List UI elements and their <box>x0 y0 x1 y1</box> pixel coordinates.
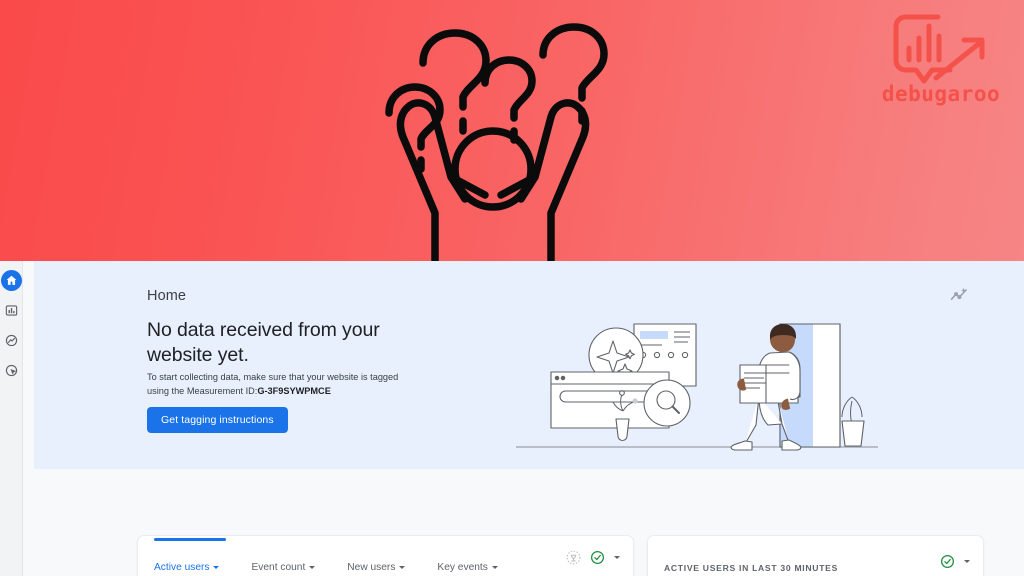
hero-subtext: To start collecting data, make sure that… <box>147 371 417 398</box>
sparkline-insights-icon[interactable] <box>949 285 969 305</box>
chevron-down-icon <box>491 566 498 569</box>
brand-wordmark: debugaroo <box>882 82 1000 106</box>
bar-chart-icon <box>5 305 17 316</box>
main-content: Home No data received from your website … <box>24 261 1024 576</box>
home-icon <box>6 275 16 285</box>
sidebar-item-explore[interactable] <box>1 330 22 351</box>
check-circle-icon[interactable] <box>590 550 605 565</box>
chevron-down-icon <box>309 566 316 569</box>
tab-active-users[interactable]: Active users <box>154 562 220 576</box>
tab-key-events[interactable]: Key events <box>437 562 498 576</box>
realtime-users-card: ACTIVE USERS IN LAST 30 MINUTES 0 <box>647 535 984 576</box>
metrics-card-actions <box>566 550 620 565</box>
sidebar-item-home[interactable] <box>0 270 22 291</box>
realtime-header: ACTIVE USERS IN LAST 30 MINUTES <box>648 536 983 576</box>
home-hero-card: Home No data received from your website … <box>34 261 1024 469</box>
metrics-tabbar: Active users Event count New users Key e… <box>138 536 633 576</box>
tab-key-events-label: Key events <box>437 562 488 573</box>
realtime-label: ACTIVE USERS IN LAST 30 MINUTES <box>664 563 838 576</box>
tab-event-count[interactable]: Event count <box>251 562 316 576</box>
tab-active-users-label: Active users <box>154 562 210 573</box>
advertising-cursor-icon <box>5 364 17 377</box>
realtime-card-actions <box>940 554 970 569</box>
check-circle-icon[interactable] <box>940 554 955 569</box>
analytics-app: Home No data received from your website … <box>0 261 1024 576</box>
active-tab-underline <box>154 538 226 541</box>
page-title: Home <box>147 288 187 304</box>
tab-new-users-label: New users <box>347 562 396 573</box>
sidebar-item-reports[interactable] <box>1 300 22 321</box>
chevron-down-icon[interactable] <box>964 560 970 563</box>
person-carrying-browser-window-illustration <box>512 279 882 469</box>
tab-event-count-label: Event count <box>251 562 306 573</box>
metric-tabs: Active users Event count New users Key e… <box>138 536 633 576</box>
metrics-row: Active users Event count New users Key e… <box>24 469 1024 576</box>
left-nav-rail <box>0 261 23 576</box>
compass-icon <box>5 334 17 347</box>
tab-new-users[interactable]: New users <box>347 562 406 576</box>
hero-headline: No data received from your website yet. <box>147 319 380 366</box>
measurement-id: G-3F9SYWPMCE <box>257 385 331 396</box>
chevron-down-icon <box>213 566 220 569</box>
debugaroo-logo: debugaroo <box>876 8 1006 108</box>
hero-banner: debugaroo <box>0 0 1024 261</box>
overview-metrics-card: Active users Event count New users Key e… <box>137 535 634 576</box>
data-quality-icon[interactable] <box>566 550 581 565</box>
confused-person-with-question-marks-icon <box>373 17 613 261</box>
screenshot-root: debugaroo Home No data received from you… <box>0 0 1024 576</box>
sidebar-item-advertising[interactable] <box>1 360 22 381</box>
chevron-down-icon <box>399 566 406 569</box>
chevron-down-icon[interactable] <box>614 556 620 559</box>
get-tagging-instructions-button[interactable]: Get tagging instructions <box>147 407 288 433</box>
